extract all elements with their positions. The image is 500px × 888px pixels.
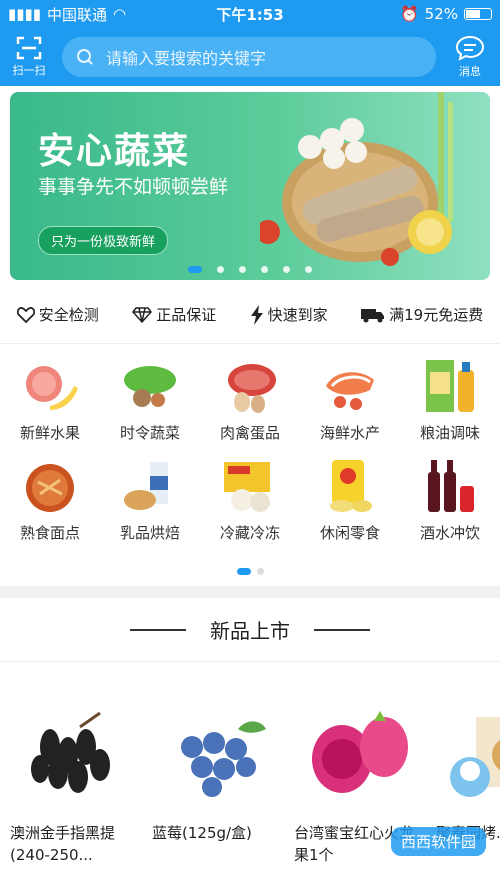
meat-icon [228,364,276,413]
section-title: 新品上市 [210,619,290,643]
product-card[interactable]: 蓝莓(125g/盒) [152,702,282,866]
banner-dot[interactable] [261,266,268,273]
promo-banner[interactable]: 安心蔬菜 事事争先不如顿顿尝鲜 只为一份极致新鲜 [10,92,490,280]
deli-icon [26,464,74,512]
category-label: 肉禽蛋品 [219,424,280,442]
category-seafood[interactable]: 海鲜水产 [300,356,400,456]
grape-image [31,711,110,793]
product-card[interactable]: 澳洲金手指黑提(240-250... [10,702,140,866]
category-label: 酒水冲饮 [419,524,480,542]
seafood-icon [326,372,374,410]
search-input[interactable]: 请输入要搜索的关键字 [62,37,436,77]
new-products-header: 新品上市 [0,598,500,662]
lightning-icon [250,304,263,325]
vegetable-icon [124,366,176,407]
banner-title: 安心蔬菜 [38,131,191,172]
frozen-icon [224,462,270,512]
message-button[interactable]: 消息 [450,35,490,79]
watermark: 西西软件园 [390,827,486,856]
category-frozen[interactable]: 冷藏冷冻 [200,456,300,556]
category-snacks[interactable]: 休闲零食 [300,456,400,556]
category-label: 新鲜水果 [19,424,80,442]
category-label: 粮油调味 [419,424,480,442]
status-time: 下午1:53 [216,5,284,24]
category-meat[interactable]: 肉禽蛋品 [200,356,300,456]
banner-subtitle: 事事争先不如顿顿尝鲜 [38,176,229,198]
feature-genuine: 正品保证 [132,304,216,325]
snacks-icon [330,460,372,512]
heart-icon [16,306,35,323]
battery-icon [464,8,492,20]
pager-dot[interactable] [256,567,264,575]
dairy-icon [124,462,168,510]
product-list: 澳洲金手指黑提(240-250... 蓝莓(125g/盒) 台湾蜜宝红心火龙果1… [0,662,500,866]
category-label: 熟食面点 [19,524,80,542]
scan-label: 扫一扫 [12,64,46,77]
banner-dot[interactable] [283,266,290,273]
category-grain-oil[interactable]: 粮油调味 [400,356,500,456]
feature-label: 正品保证 [156,306,217,324]
banner-dot[interactable] [188,266,202,273]
search-icon [77,49,93,65]
top-bar: 扫一扫 请输入要搜索的关键字 消息 [0,28,500,86]
feature-label: 安全检测 [38,306,99,324]
category-label: 时令蔬菜 [119,424,180,442]
scan-button[interactable]: 扫一扫 [10,36,48,78]
category-label: 海鲜水产 [319,424,380,442]
snack-pack-image [450,717,500,797]
category-pager [0,556,500,586]
fruit-icon [26,366,78,410]
banner-dot[interactable] [239,266,246,273]
product-name: 蓝莓(125g/盒) [152,824,252,842]
banner-dot[interactable] [217,266,224,273]
feature-strip: 安全检测 正品保证 快速到家 满19元免运费 [0,286,500,344]
banner-pager [188,266,312,273]
category-dairy[interactable]: 乳品烘焙 [100,456,200,556]
diamond-icon [132,306,153,323]
feature-fast: 快速到家 [250,304,328,325]
vegetable-illustration [260,92,453,266]
feature-shipping: 满19元免运费 [361,304,483,325]
banner-pill: 只为一份极致新鲜 [38,226,169,255]
message-icon [455,35,485,61]
category-drinks[interactable]: 酒水冲饮 [400,456,500,556]
category-label: 冷藏冷冻 [219,524,280,542]
feature-label: 满19元免运费 [389,306,484,324]
category-vegetable[interactable]: 时令蔬菜 [100,356,200,456]
drinks-icon [428,460,474,512]
product-name: 澳洲金手指黑提(240-250... [10,824,116,864]
truck-icon [361,308,385,322]
feature-safety: 安全检测 [16,304,99,325]
scan-icon [16,36,42,60]
category-deli[interactable]: 熟食面点 [0,456,100,556]
status-bar: ▮▮▮▮ 中国联通 ◠ 下午1:53 ⏰ 52% [0,0,500,28]
blueberry-image [181,721,266,797]
pager-dot[interactable] [236,567,251,575]
category-label: 休闲零食 [319,524,380,542]
grain-oil-icon [426,360,474,412]
search-placeholder: 请输入要搜索的关键字 [106,49,267,68]
category-label: 乳品烘焙 [119,524,180,542]
category-fruit[interactable]: 新鲜水果 [0,356,100,456]
category-grid: 新鲜水果 时令蔬菜 肉禽蛋品 海鲜水产 粮油调味 熟食面点 乳品烘焙 冷藏冷冻 … [0,344,500,556]
banner-dot[interactable] [305,266,312,273]
message-label: 消息 [459,65,481,78]
feature-label: 快速到家 [267,306,328,324]
dragonfruit-image [312,711,408,793]
